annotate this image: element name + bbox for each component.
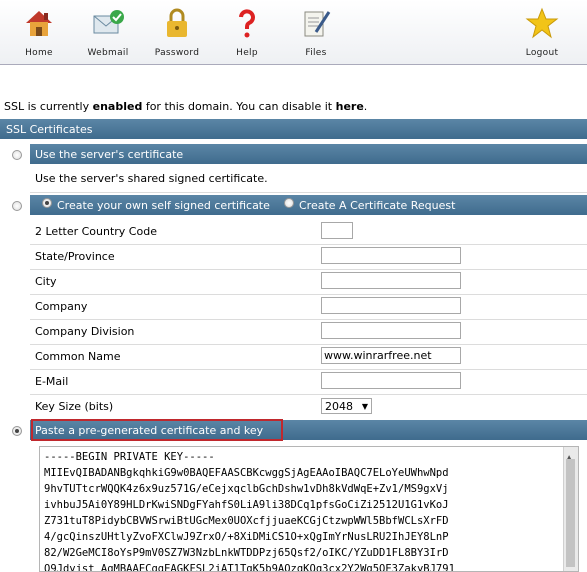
option-self-signed-outer-radio[interactable] — [12, 201, 22, 211]
section-header: SSL Certificates — [0, 119, 587, 139]
field-row-country: 2 Letter Country Code — [30, 219, 587, 245]
division-input[interactable] — [321, 322, 461, 339]
ssl-status: SSL is currently enabled for this domain… — [4, 100, 367, 113]
state-input[interactable] — [321, 247, 461, 264]
chevron-down-icon: ▼ — [361, 402, 368, 411]
toolbar-logout[interactable]: Logout — [507, 6, 577, 58]
key-size-label: Key Size (bits) — [35, 400, 114, 413]
key-size-value: 2048 — [325, 400, 353, 413]
key-size-select[interactable]: 2048 ▼ — [321, 398, 372, 414]
option-paste-radio[interactable] — [12, 426, 22, 436]
home-icon — [26, 11, 52, 36]
email-input[interactable] — [321, 372, 461, 389]
status-prefix: SSL is currently — [4, 100, 93, 113]
field-row-division: Company Division — [30, 319, 587, 345]
toolbar-divider — [0, 64, 587, 65]
city-input[interactable] — [321, 272, 461, 289]
cert-request-title: Create A Certificate Request — [299, 199, 456, 212]
status-state: enabled — [92, 100, 143, 113]
certificate-text: -----BEGIN PRIVATE KEY----- MIIEvQIBADAN… — [44, 451, 455, 572]
lock-icon — [167, 8, 187, 37]
toolbar-password-label: Password — [154, 48, 200, 58]
cert-request-radio[interactable] — [284, 198, 294, 208]
toolbar-home-label: Home — [25, 48, 53, 58]
disable-link[interactable]: here — [336, 100, 364, 113]
country-input[interactable] — [321, 222, 353, 239]
common-name-input[interactable]: www.winrarfree.net — [321, 347, 461, 364]
toolbar-help-label: Help — [236, 48, 258, 58]
option-self-signed-header: Create your own self signed certificate … — [30, 195, 587, 215]
scroll-thumb[interactable] — [566, 459, 575, 567]
option-server-cert-desc: Use the server's shared signed certifica… — [35, 172, 268, 185]
option-server-cert-title: Use the server's certificate — [35, 148, 184, 161]
state-label: State/Province — [35, 250, 115, 263]
field-row-common-name: Common Name www.winrarfree.net — [30, 344, 587, 370]
option-server-cert-header: Use the server's certificate — [30, 144, 587, 164]
toolbar-help[interactable]: Help — [212, 6, 282, 58]
textarea-scrollbar[interactable]: ▲ — [563, 447, 578, 571]
field-row-state: State/Province — [30, 244, 587, 270]
self-signed-radio[interactable] — [42, 198, 52, 208]
toolbar-logout-label: Logout — [525, 48, 559, 58]
status-suffix: . — [363, 100, 368, 113]
country-label: 2 Letter Country Code — [35, 225, 157, 238]
toolbar-password[interactable]: Password — [142, 6, 212, 58]
company-input[interactable] — [321, 297, 461, 314]
field-row-email: E-Mail — [30, 369, 587, 395]
email-label: E-Mail — [35, 375, 69, 388]
self-signed-title: Create your own self signed certificate — [57, 199, 270, 212]
help-icon — [239, 9, 255, 38]
option-server-cert-radio[interactable] — [12, 150, 22, 160]
webmail-icon — [93, 10, 124, 34]
option-server-cert-desc-row: Use the server's shared signed certifica… — [30, 168, 587, 193]
division-label: Company Division — [35, 325, 135, 338]
toolbar-files-label: Files — [305, 48, 327, 58]
field-row-city: City — [30, 269, 587, 295]
toolbar-webmail[interactable]: Webmail — [73, 6, 143, 58]
field-row-key-size: Key Size (bits) 2048 ▼ — [30, 394, 587, 421]
toolbar: Home Webmail Password Help Files Logout — [0, 0, 587, 65]
company-label: Company — [35, 300, 88, 313]
files-icon — [304, 11, 331, 37]
section-title: SSL Certificates — [6, 123, 93, 136]
toolbar-files[interactable]: Files — [281, 6, 351, 58]
star-icon — [525, 7, 559, 39]
city-label: City — [35, 275, 57, 288]
highlight-box — [31, 419, 283, 441]
certificate-textarea[interactable]: -----BEGIN PRIVATE KEY----- MIIEvQIBADAN… — [39, 446, 579, 572]
toolbar-webmail-label: Webmail — [87, 48, 129, 58]
status-middle: for this domain. You can disable it — [142, 100, 336, 113]
field-row-company: Company — [30, 294, 587, 320]
toolbar-home[interactable]: Home — [4, 6, 74, 58]
common-name-label: Common Name — [35, 350, 121, 363]
